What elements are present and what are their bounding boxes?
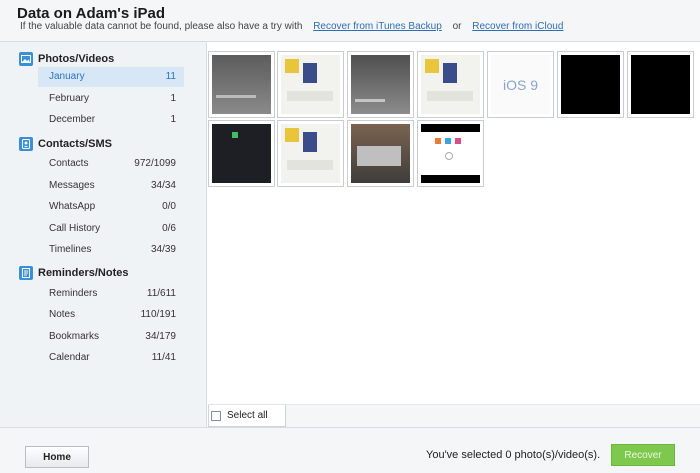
photo-thumbnail[interactable] [417, 120, 484, 187]
select-all-bar: Select all [208, 404, 700, 427]
sidebar-item-whatsapp[interactable]: WhatsApp 0/0 [38, 197, 184, 217]
sidebar-item-label: Messages [49, 180, 95, 191]
sidebar-item-label: WhatsApp [49, 201, 96, 212]
category-label: Photos/Videos [38, 53, 115, 65]
sidebar-item-count: 1 [170, 93, 176, 104]
sidebar: Photos/Videos January 11 February 1 Dece… [0, 42, 207, 427]
sidebar-item-label: Reminders [49, 288, 98, 299]
select-all-label: Select all [227, 410, 268, 421]
sidebar-item-february[interactable]: February 1 [38, 89, 184, 109]
thumbnail-grid: iOS 9 [208, 42, 700, 404]
sidebar-item-count: 11 [165, 71, 176, 82]
sidebar-item-count: 0/0 [162, 201, 176, 212]
sidebar-item-december[interactable]: December 1 [38, 110, 184, 130]
sidebar-item-timelines[interactable]: Timelines 34/39 [38, 240, 184, 260]
sidebar-item-count: 34/179 [145, 331, 176, 342]
sidebar-item-contacts[interactable]: Contacts 972/1099 [38, 154, 184, 174]
or-text: or [452, 21, 462, 32]
sidebar-item-label: February [49, 93, 90, 104]
sidebar-item-reminders[interactable]: Reminders 11/611 [38, 284, 184, 304]
hint-text: If the valuable data cannot be found, pl… [20, 21, 303, 32]
category-label: Contacts/SMS [38, 138, 112, 150]
ios9-logo-text: iOS 9 [502, 76, 538, 93]
sidebar-item-label: Timelines [49, 244, 92, 255]
photo-thumbnail[interactable] [347, 120, 414, 187]
sidebar-item-count: 0/6 [162, 223, 176, 234]
window-header: Data on Adam's iPad If the valuable data… [0, 0, 700, 42]
photo-thumbnail[interactable] [627, 51, 694, 118]
checkbox-icon[interactable] [211, 410, 221, 421]
sidebar-item-label: Notes [49, 309, 76, 320]
sidebar-item-count: 11/41 [151, 352, 176, 363]
sidebar-item-count: 34/34 [150, 180, 176, 191]
sidebar-item-label: December [49, 114, 96, 125]
photo-icon [19, 52, 33, 66]
sidebar-item-label: Bookmarks [49, 331, 100, 342]
sidebar-item-bookmarks[interactable]: Bookmarks 34/179 [38, 327, 184, 347]
hint-line: If the valuable data cannot be found, pl… [20, 21, 563, 32]
sidebar-item-count: 11/611 [146, 288, 176, 299]
page-title: Data on Adam's iPad [17, 5, 166, 22]
category-label: Reminders/Notes [38, 267, 129, 279]
sidebar-item-label: Contacts [49, 158, 89, 169]
sidebar-item-notes[interactable]: Notes 110/191 [38, 305, 184, 325]
home-button[interactable]: Home [25, 446, 89, 468]
select-all-checkbox[interactable]: Select all [208, 405, 286, 427]
category-contacts-sms[interactable]: Contacts/SMS [19, 135, 112, 153]
sidebar-item-count: 34/39 [150, 244, 176, 255]
category-photos-videos[interactable]: Photos/Videos [19, 50, 114, 68]
sidebar-item-label: Calendar [49, 352, 90, 363]
sidebar-item-label: Call History [49, 223, 101, 234]
recover-itunes-link[interactable]: Recover from iTunes Backup [313, 21, 442, 32]
sidebar-item-count: 1 [170, 114, 176, 125]
notes-icon [19, 266, 33, 280]
footer: Home You've selected 0 photo(s)/video(s)… [0, 427, 700, 473]
sidebar-item-messages[interactable]: Messages 34/34 [38, 176, 184, 196]
contacts-icon [19, 137, 33, 151]
category-reminders-notes[interactable]: Reminders/Notes [19, 264, 128, 282]
photo-thumbnail[interactable]: iOS 9 [487, 51, 554, 118]
sidebar-item-call-history[interactable]: Call History 0/6 [38, 219, 184, 239]
photo-thumbnail[interactable] [208, 120, 275, 187]
photo-thumbnail[interactable] [277, 120, 344, 187]
photo-thumbnail[interactable] [557, 51, 624, 118]
sidebar-item-count: 110/191 [140, 309, 176, 320]
recover-button[interactable]: Recover [611, 444, 675, 466]
photo-thumbnail[interactable] [208, 51, 275, 118]
selection-status: You've selected 0 photo(s)/video(s). [426, 449, 601, 461]
photo-thumbnail[interactable] [277, 51, 344, 118]
sidebar-item-calendar[interactable]: Calendar 11/41 [38, 348, 184, 368]
sidebar-item-january[interactable]: January 11 [38, 67, 184, 87]
sidebar-item-count: 972/1099 [134, 158, 176, 169]
recover-icloud-link[interactable]: Recover from iCloud [472, 21, 563, 32]
sidebar-item-label: January [49, 71, 85, 82]
photo-thumbnail[interactable] [347, 51, 414, 118]
photo-thumbnail[interactable] [417, 51, 484, 118]
